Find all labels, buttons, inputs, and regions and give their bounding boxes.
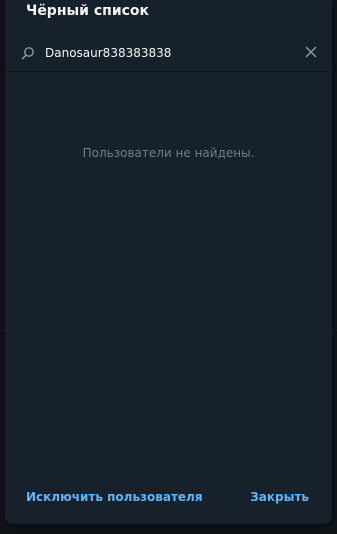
- search-divider: [5, 71, 332, 72]
- search-input[interactable]: [45, 42, 295, 64]
- search-icon: [21, 45, 35, 60]
- search-bar: [5, 36, 332, 70]
- close-button[interactable]: Закрыть: [250, 490, 309, 504]
- close-icon[interactable]: [303, 44, 319, 60]
- empty-state-message: Пользователи не найдены.: [82, 146, 255, 160]
- dialog-title: Чёрный список: [26, 3, 150, 19]
- blocklist-dialog: Чёрный список Пользователи не найдены. И…: [5, 0, 332, 524]
- exclude-user-button[interactable]: Исключить пользователя: [26, 490, 203, 504]
